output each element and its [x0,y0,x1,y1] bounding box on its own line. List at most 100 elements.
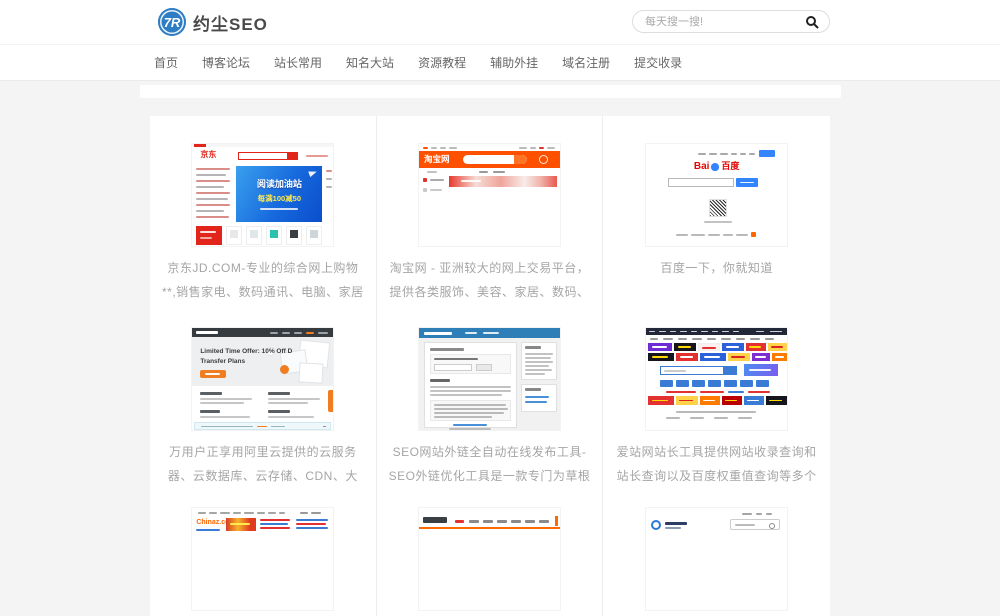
site-logo[interactable]: 7R 约尘SEO [158,8,268,36]
decor [665,527,681,529]
decor [192,144,333,147]
sidebar-panel-2 [521,384,557,412]
decor [246,226,262,245]
decor [238,152,288,160]
decor [430,390,511,392]
decor [449,147,457,149]
decor [268,410,290,413]
site-card-taobao[interactable]: 淘宝网 淘宝网 - 亚洲较大的网上交易平台，提供各类服饰、美容、家居、数码、话费… [377,116,604,300]
taobao-search-bar [463,155,527,164]
decor [525,353,553,355]
decor [650,338,658,340]
decor [709,153,717,155]
decor: Bai [694,161,710,172]
decor [453,424,487,426]
decor [306,332,314,334]
decor [430,348,464,351]
decor [196,204,230,206]
search-box [632,10,830,33]
decor [266,226,282,245]
decor [205,373,220,375]
decor [692,380,705,387]
nav-item-blog-forum[interactable]: 博客论坛 [202,54,250,71]
decor [260,208,298,210]
decor [720,153,728,155]
site-card-webmaster-tool[interactable] [377,480,604,616]
hero-area: Limited Time Offer: 10% Off D Transfer P… [192,337,333,386]
decor [282,332,290,334]
ad-banner [648,353,674,361]
nav-item-home[interactable]: 首页 [154,54,178,71]
decor [722,331,729,333]
site-card-aizhan[interactable]: 爱站网站长工具提供网站收录查询和站长查询以及百度权重值查询等多个站长工具，免费.… [603,300,830,480]
decor [704,356,720,358]
decor [483,520,493,523]
jd-promo-tile [196,226,222,245]
decor [423,178,427,182]
baidu-search-input [668,178,734,187]
west-digital-logo-icon [651,520,661,530]
decor [430,394,502,396]
decor [692,338,702,340]
decor [230,230,238,238]
decor [326,186,332,188]
nav-item-domain-register[interactable]: 域名注册 [562,54,610,71]
site-card-jd[interactable]: 京东 阅读加油站 每满100减50 [150,116,377,300]
decor [740,380,753,387]
decor [423,517,447,523]
nav-item-webmaster-common[interactable]: 站长常用 [274,54,322,71]
nav-inner: 首页 博客论坛 站长常用 知名大站 资源教程 辅助外挂 域名注册 提交收录 [140,45,860,80]
thumb-aizhan [645,327,788,431]
decor [434,408,508,410]
thumb-taobao: 淘宝网 [418,143,561,247]
decor [257,426,267,428]
decor [268,416,314,418]
decor [260,519,290,521]
decor [440,147,446,149]
decor [296,519,328,521]
decor [691,331,697,333]
site-card-aliyun[interactable]: Limited Time Offer: 10% Off D Transfer P… [150,300,377,480]
site-card-seo-tool[interactable]: SEO网站外链全自动在线发布工具-SEO外链优化工具是一款专门为草根站长准备的外… [377,300,604,480]
site-card-chinaz[interactable]: Chinaz.com [150,480,377,616]
ad-banner [648,343,672,351]
decor [497,520,507,523]
nav-item-plugins[interactable]: 辅助外挂 [490,54,538,71]
jd-logo: 京东 [200,151,216,159]
decor [652,400,668,402]
decor [434,416,492,418]
decor [750,338,760,340]
nav-item-resources[interactable]: 资源教程 [418,54,466,71]
hero-line2: Transfer Plans [200,358,245,365]
decor [663,338,673,340]
decor [323,426,326,428]
ad-banner [722,396,742,405]
aizhan-cloud-logo [744,364,778,376]
site-card-west-digital[interactable] [603,480,830,616]
decor [539,155,548,164]
decor [326,170,332,172]
nav-item-submit[interactable]: 提交收录 [634,54,682,71]
decor [707,338,716,340]
decor [771,346,783,348]
nav-item-famous-sites[interactable]: 知名大站 [346,54,394,71]
decor [268,398,320,400]
site-card-baidu[interactable]: Bai 百度 百度一下，你就知道 [603,116,830,300]
decor [200,410,220,413]
decor [740,153,746,155]
decor [525,346,541,349]
ad-banner [648,396,674,405]
ad-banner [676,353,698,361]
decor [220,512,230,514]
decor [766,513,772,515]
search-input[interactable] [643,15,805,29]
decor [476,364,492,371]
search-icon[interactable] [805,15,819,29]
decor [756,380,769,387]
decor [434,412,504,414]
decor [755,356,766,358]
decor [749,369,771,371]
dark-header [192,328,333,337]
thumb-aliyun: Limited Time Offer: 10% Off D Transfer P… [191,327,334,431]
decor [747,400,759,402]
